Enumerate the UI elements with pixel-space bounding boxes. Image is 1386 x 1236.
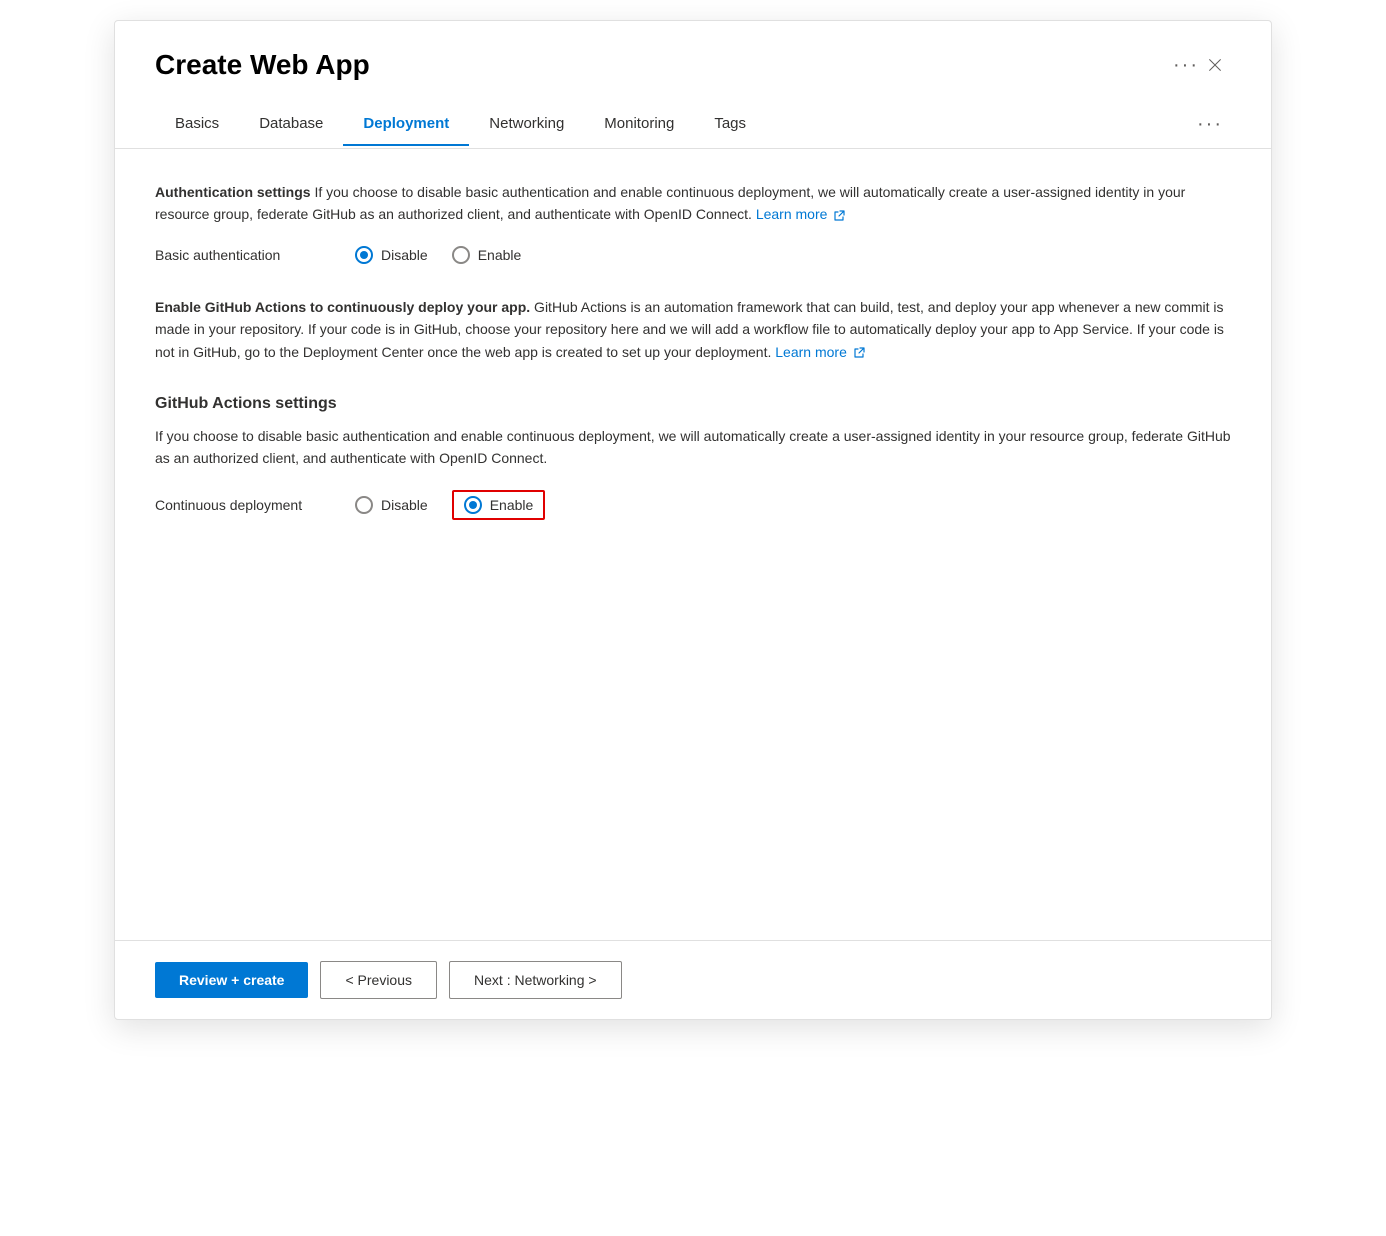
tab-deployment[interactable]: Deployment xyxy=(343,103,469,146)
auth-settings-heading: Authentication settings xyxy=(155,184,311,200)
continuous-deployment-disable-radio[interactable] xyxy=(355,496,373,514)
tab-networking[interactable]: Networking xyxy=(469,103,584,146)
dialog-footer: Review + create < Previous Next : Networ… xyxy=(115,941,1271,1019)
dialog-title: Create Web App xyxy=(155,49,1161,81)
basic-auth-disable-radio[interactable] xyxy=(355,246,373,264)
basic-auth-field-row: Basic authentication Disable Enable xyxy=(155,246,1231,264)
basic-auth-label: Basic authentication xyxy=(155,247,355,263)
github-actions-external-link-icon xyxy=(853,347,865,359)
continuous-deployment-radio-group: Disable Enable xyxy=(355,490,545,520)
dialog-header: Create Web App ··· xyxy=(115,21,1271,101)
enable-option-highlighted[interactable]: Enable xyxy=(452,490,546,520)
tab-basics[interactable]: Basics xyxy=(155,103,239,146)
close-icon xyxy=(1207,57,1223,73)
github-actions-settings-heading: GitHub Actions settings xyxy=(155,395,1231,413)
basic-auth-enable-label: Enable xyxy=(478,247,522,263)
header-more-options[interactable]: ··· xyxy=(1173,54,1199,77)
tab-monitoring[interactable]: Monitoring xyxy=(584,103,694,146)
basic-auth-disable-label: Disable xyxy=(381,247,428,263)
tab-tags[interactable]: Tags xyxy=(694,103,766,146)
basic-auth-enable-option[interactable]: Enable xyxy=(452,246,522,264)
previous-button[interactable]: < Previous xyxy=(320,961,437,999)
continuous-deployment-disable-option[interactable]: Disable xyxy=(355,496,428,514)
continuous-deployment-label: Continuous deployment xyxy=(155,497,355,513)
github-actions-heading: Enable GitHub Actions to continuously de… xyxy=(155,299,530,315)
close-button[interactable] xyxy=(1199,53,1231,77)
basic-auth-enable-radio[interactable] xyxy=(452,246,470,264)
next-button[interactable]: Next : Networking > xyxy=(449,961,622,999)
external-link-icon xyxy=(833,210,845,222)
github-actions-section: Enable GitHub Actions to continuously de… xyxy=(155,296,1231,363)
basic-auth-disable-option[interactable]: Disable xyxy=(355,246,428,264)
create-web-app-dialog: Create Web App ··· Basics Database Deplo… xyxy=(114,20,1272,1020)
tabs-more-options[interactable]: ··· xyxy=(1189,101,1231,148)
continuous-deployment-enable-option[interactable]: Enable xyxy=(452,490,546,520)
continuous-deployment-disable-label: Disable xyxy=(381,497,428,513)
github-actions-description: Enable GitHub Actions to continuously de… xyxy=(155,296,1231,363)
auth-learn-more-link[interactable]: Learn more xyxy=(756,206,828,222)
tab-bar: Basics Database Deployment Networking Mo… xyxy=(115,101,1271,149)
github-actions-settings-section: GitHub Actions settings If you choose to… xyxy=(155,395,1231,520)
auth-settings-description: Authentication settings If you choose to… xyxy=(155,181,1231,226)
continuous-deployment-enable-label: Enable xyxy=(490,497,534,513)
tab-database[interactable]: Database xyxy=(239,103,343,146)
continuous-deployment-enable-radio[interactable] xyxy=(464,496,482,514)
github-actions-learn-more-link[interactable]: Learn more xyxy=(775,344,847,360)
content-area: Authentication settings If you choose to… xyxy=(115,149,1271,940)
review-create-button[interactable]: Review + create xyxy=(155,962,308,998)
github-actions-settings-description: If you choose to disable basic authentic… xyxy=(155,425,1231,470)
authentication-settings-section: Authentication settings If you choose to… xyxy=(155,181,1231,264)
basic-auth-radio-group: Disable Enable xyxy=(355,246,521,264)
continuous-deployment-field-row: Continuous deployment Disable Enable xyxy=(155,490,1231,520)
